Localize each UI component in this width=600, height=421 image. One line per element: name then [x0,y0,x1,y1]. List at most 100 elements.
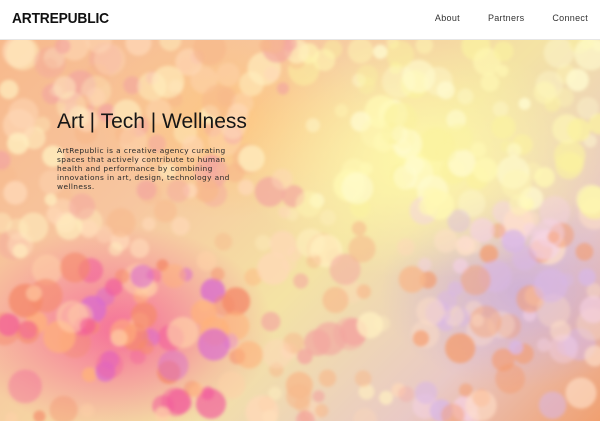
bokeh-dot [518,97,531,110]
bokeh-dot [95,225,114,244]
bokeh-dot [286,383,312,409]
bokeh-dot [104,278,123,296]
bokeh-dot [142,217,156,231]
bokeh-dot [188,382,204,398]
bokeh-dot [79,220,98,238]
bokeh-dot [416,297,445,326]
bokeh-dot [125,40,152,56]
bokeh-dot [507,143,522,158]
bokeh-dot [295,191,322,218]
bokeh-dot [547,231,560,244]
bokeh-dot [576,97,599,120]
bokeh-dot [276,82,290,95]
bokeh-dot [238,179,254,196]
bokeh-dot [318,369,337,387]
bokeh-dot [455,236,476,256]
bokeh-dot [312,390,325,403]
bokeh-dot [69,193,96,220]
bokeh-dot [473,157,498,182]
bokeh-dot [293,273,309,289]
bokeh-dot [167,316,199,349]
bokeh-dot [404,155,424,175]
bokeh-dot [110,329,128,347]
bokeh-dot [565,377,597,409]
bokeh-dot [356,284,371,299]
bokeh-dot [196,251,217,271]
bokeh-dot [386,40,414,69]
bokeh-dot [356,64,378,87]
bokeh-dot [305,118,320,133]
bokeh-dot [445,333,476,364]
bokeh-dot [356,311,384,339]
bokeh-dot [49,395,78,421]
bokeh-dot [398,266,426,293]
bokeh-dot [555,88,574,107]
bokeh-dot [457,88,474,105]
top-navigation-bar: ARTREPUBLIC About Partners Connect [0,0,600,40]
bokeh-dot [153,199,177,223]
bokeh-dot [360,117,392,149]
bokeh-dot [7,132,29,155]
bokeh-dot [537,338,551,352]
bokeh-dot [239,71,264,97]
bokeh-dot [533,81,557,104]
hero-section: Art | Tech | Wellness ArtRepublic is a c… [0,40,600,421]
bokeh-dot [18,320,38,339]
bokeh-dot [534,167,555,188]
bokeh-dot [491,348,515,372]
site-logo[interactable]: ARTREPUBLIC [12,10,109,27]
bokeh-dot [379,390,394,405]
bokeh-dot [44,193,57,206]
bokeh-dot [5,412,18,421]
bokeh-dot [262,339,292,369]
bokeh-dot [414,381,438,405]
bokeh-dot [347,40,374,64]
bokeh-dot [130,264,154,288]
bokeh-dot [465,390,497,421]
main-nav: About Partners Connect [435,13,588,23]
bokeh-dot [271,168,293,190]
bokeh-dot [351,221,367,236]
bokeh-dot [138,339,154,355]
bokeh-dot [190,299,217,326]
bokeh-dot [210,267,225,282]
bokeh-dot [278,205,291,219]
bokeh-dot [398,386,415,403]
bokeh-dot [501,169,532,200]
bokeh-dot [108,241,123,256]
bokeh-dot [157,350,189,381]
bokeh-dot [130,238,150,258]
nav-link-connect[interactable]: Connect [552,13,588,23]
bokeh-dot [159,40,182,51]
bokeh-dot [8,98,39,129]
bokeh-dot [471,313,484,327]
bokeh-dot [492,101,509,117]
hero-headline: Art | Tech | Wellness [57,110,247,133]
bokeh-dot [354,370,372,387]
bokeh-dot [313,48,336,72]
bokeh-dot [353,408,377,421]
bokeh-dot [578,268,596,286]
bokeh-dot [3,180,28,205]
bokeh-dot [412,330,430,347]
bokeh-dot [235,341,263,369]
bokeh-dot [264,66,280,82]
bokeh-dot [131,302,157,329]
nav-link-partners[interactable]: Partners [488,13,524,23]
nav-link-about[interactable]: About [435,13,460,23]
bokeh-dot [197,328,231,361]
bokeh-dot [574,40,600,71]
bokeh-dot [261,311,281,332]
bokeh-dot [422,187,443,208]
bokeh-dot [391,125,409,143]
bokeh-dot [373,44,388,59]
bokeh-dot [8,369,42,404]
bokeh-dot [33,410,46,421]
bokeh-dot [151,65,185,99]
bokeh-dot [320,209,336,226]
bokeh-dot [470,142,487,158]
bokeh-dot [255,234,271,251]
bokeh-dot [80,403,95,418]
bokeh-dot [94,44,126,76]
bokeh-dot [445,123,474,152]
